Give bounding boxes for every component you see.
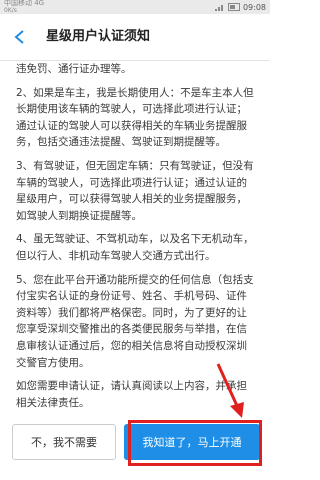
carrier-label: 中国移动 4G xyxy=(4,0,45,7)
page-title: 星级用户认证须知 xyxy=(46,29,151,44)
decline-button[interactable]: 不，我不需要 xyxy=(12,424,116,460)
status-bar: 中国移动 4G 0K/s 09:08 xyxy=(0,0,270,14)
notice-content[interactable]: 违免罚、通行证办理等。 2、如果是车主，我是长期使用人：不是车主本人但长期使用该… xyxy=(0,61,270,410)
clock: 09:08 xyxy=(242,2,266,12)
notice-paragraph: 5、您在此平台开通功能所提交的任何信息（包括支付宝实名认证的身份证号、姓名、手机… xyxy=(16,273,254,369)
annotation-arrow-icon xyxy=(216,363,244,418)
nav-bar: 星级用户认证须知 xyxy=(0,14,270,61)
notice-paragraph: 4、虽无驾驶证、不驾机动车，以及名下无机动车，但以行人、非机动车驾驶人交通方式出… xyxy=(16,233,254,262)
notice-paragraph: 违免罚、通行证办理等。 xyxy=(16,63,132,75)
back-arrow-icon xyxy=(14,30,24,44)
signal-icon xyxy=(214,4,225,11)
notice-paragraph: 3、有驾驶证，但无固定车辆：只有驾驶证，但没有车辆的驾驶人，可选择此项进行认证；… xyxy=(16,159,254,222)
battery-icon xyxy=(227,3,240,11)
notice-paragraph: 2、如果是车主，我是长期使用人：不是车主本人但长期使用该车辆的驾驶人，可选择此项… xyxy=(16,86,254,149)
back-button[interactable] xyxy=(8,25,32,49)
annotation-highlight-box xyxy=(128,420,262,466)
network-speed: 0K/s xyxy=(4,7,17,14)
status-icons: 09:08 xyxy=(214,0,266,14)
